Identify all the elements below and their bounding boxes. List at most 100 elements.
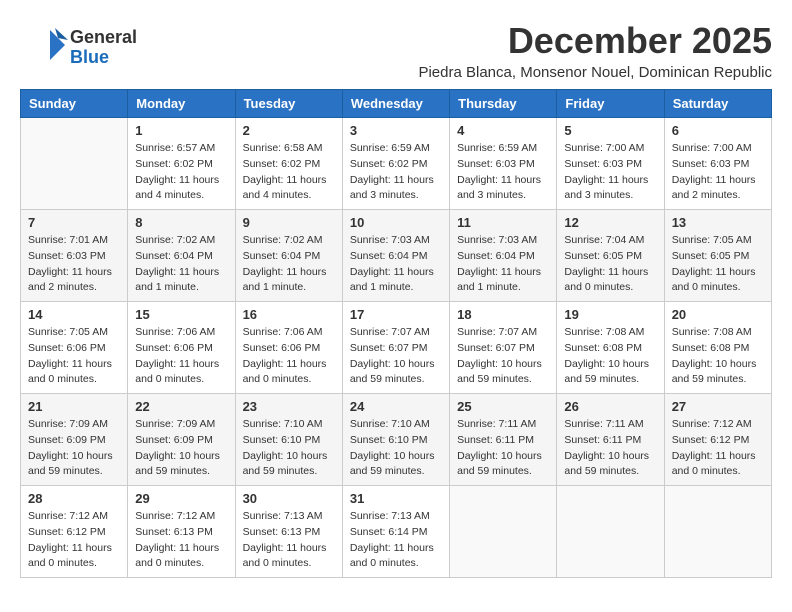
day-number: 8 — [135, 215, 227, 230]
day-info: Sunrise: 7:03 AMSunset: 6:04 PMDaylight:… — [457, 233, 549, 296]
calendar-cell: 14Sunrise: 7:05 AMSunset: 6:06 PMDayligh… — [21, 302, 128, 394]
day-number: 9 — [243, 215, 335, 230]
calendar-cell — [450, 486, 557, 578]
day-info: Sunrise: 6:59 AMSunset: 6:02 PMDaylight:… — [350, 141, 442, 204]
location-subtitle: Piedra Blanca, Monsenor Nouel, Dominican… — [418, 64, 772, 81]
calendar-week-5: 28 Sunrise: 7:12 AMSunset: 6:12 PMDayligh… — [21, 486, 772, 578]
header-thursday: Thursday — [450, 90, 557, 118]
day-number: 19 — [564, 307, 656, 322]
day-number: 18 — [457, 307, 549, 322]
day-number: 26 — [564, 399, 656, 414]
day-info: Sunrise: 7:07 AMSunset: 6:07 PMDaylight:… — [457, 325, 549, 388]
calendar-cell: 26 Sunrise: 7:11 AMSunset: 6:11 PMDayligh… — [557, 394, 664, 486]
day-info: Sunrise: 7:10 AMSunset: 6:10 PMDaylight:… — [243, 417, 335, 480]
day-info: Sunrise: 7:05 AMSunset: 6:05 PMDaylight:… — [672, 233, 764, 296]
day-number: 24 — [350, 399, 442, 414]
day-info: Sunrise: 7:04 AMSunset: 6:05 PMDaylight:… — [564, 233, 656, 296]
calendar-cell: 11 Sunrise: 7:03 AMSunset: 6:04 PMDayligh… — [450, 210, 557, 302]
day-number: 11 — [457, 215, 549, 230]
day-info: Sunrise: 7:10 AMSunset: 6:10 PMDaylight:… — [350, 417, 442, 480]
day-info: Sunrise: 7:12 AMSunset: 6:12 PMDaylight:… — [28, 509, 120, 572]
day-number: 15 — [135, 307, 227, 322]
day-info: Sunrise: 7:11 AMSunset: 6:11 PMDaylight:… — [564, 417, 656, 480]
calendar-cell: 23Sunrise: 7:10 AMSunset: 6:10 PMDayligh… — [235, 394, 342, 486]
calendar-cell: 25 Sunrise: 7:11 AMSunset: 6:11 PMDayligh… — [450, 394, 557, 486]
day-info: Sunrise: 7:06 AMSunset: 6:06 PMDaylight:… — [135, 325, 227, 388]
day-number: 10 — [350, 215, 442, 230]
calendar-cell: 4Sunrise: 6:59 AMSunset: 6:03 PMDaylight… — [450, 118, 557, 210]
day-number: 5 — [564, 123, 656, 138]
header-tuesday: Tuesday — [235, 90, 342, 118]
logo-blue-text: Blue — [70, 48, 137, 68]
day-number: 31 — [350, 491, 442, 506]
day-number: 16 — [243, 307, 335, 322]
title-block: December 2025 Piedra Blanca, Monsenor No… — [418, 20, 772, 81]
day-number: 17 — [350, 307, 442, 322]
day-number: 7 — [28, 215, 120, 230]
header-wednesday: Wednesday — [342, 90, 449, 118]
calendar-cell: 24 Sunrise: 7:10 AMSunset: 6:10 PMDayligh… — [342, 394, 449, 486]
day-info: Sunrise: 7:00 AMSunset: 6:03 PMDaylight:… — [564, 141, 656, 204]
calendar-cell: 10 Sunrise: 7:03 AMSunset: 6:04 PMDayligh… — [342, 210, 449, 302]
day-number: 20 — [672, 307, 764, 322]
day-info: Sunrise: 7:09 AMSunset: 6:09 PMDaylight:… — [28, 417, 120, 480]
day-number: 6 — [672, 123, 764, 138]
calendar-cell: 28 Sunrise: 7:12 AMSunset: 6:12 PMDayligh… — [21, 486, 128, 578]
calendar-cell: 1Sunrise: 6:57 AMSunset: 6:02 PMDaylight… — [128, 118, 235, 210]
day-number: 3 — [350, 123, 442, 138]
day-info: Sunrise: 7:02 AMSunset: 6:04 PMDaylight:… — [135, 233, 227, 296]
day-number: 29 — [135, 491, 227, 506]
day-number: 4 — [457, 123, 549, 138]
day-number: 22 — [135, 399, 227, 414]
calendar-cell: 9 Sunrise: 7:02 AMSunset: 6:04 PMDaylight… — [235, 210, 342, 302]
page-header: General Blue December 2025 Piedra Blanca… — [20, 20, 772, 81]
calendar-cell: 22Sunrise: 7:09 AMSunset: 6:09 PMDayligh… — [128, 394, 235, 486]
day-number: 12 — [564, 215, 656, 230]
day-info: Sunrise: 7:03 AMSunset: 6:04 PMDaylight:… — [350, 233, 442, 296]
day-number: 2 — [243, 123, 335, 138]
calendar-week-4: 21Sunrise: 7:09 AMSunset: 6:09 PMDayligh… — [21, 394, 772, 486]
header-sunday: Sunday — [21, 90, 128, 118]
calendar-cell — [21, 118, 128, 210]
month-title: December 2025 — [418, 20, 772, 62]
calendar-cell — [664, 486, 771, 578]
calendar-cell: 27 Sunrise: 7:12 AMSunset: 6:12 PMDayligh… — [664, 394, 771, 486]
day-info: Sunrise: 7:08 AMSunset: 6:08 PMDaylight:… — [564, 325, 656, 388]
day-info: Sunrise: 6:58 AMSunset: 6:02 PMDaylight:… — [243, 141, 335, 204]
calendar-cell: 12 Sunrise: 7:04 AMSunset: 6:05 PMDayligh… — [557, 210, 664, 302]
logo-icon — [20, 20, 70, 70]
day-info: Sunrise: 7:06 AMSunset: 6:06 PMDaylight:… — [243, 325, 335, 388]
calendar-cell: 31 Sunrise: 7:13 AMSunset: 6:14 PMDayligh… — [342, 486, 449, 578]
day-number: 13 — [672, 215, 764, 230]
calendar-cell: 7 Sunrise: 7:01 AMSunset: 6:03 PMDaylight… — [21, 210, 128, 302]
day-info: Sunrise: 7:02 AMSunset: 6:04 PMDaylight:… — [243, 233, 335, 296]
day-info: Sunrise: 7:13 AMSunset: 6:13 PMDaylight:… — [243, 509, 335, 572]
header-monday: Monday — [128, 90, 235, 118]
calendar-cell: 16 Sunrise: 7:06 AMSunset: 6:06 PMDayligh… — [235, 302, 342, 394]
day-info: Sunrise: 7:00 AMSunset: 6:03 PMDaylight:… — [672, 141, 764, 204]
calendar-table: SundayMondayTuesdayWednesdayThursdayFrid… — [20, 89, 772, 578]
calendar-cell: 2 Sunrise: 6:58 AMSunset: 6:02 PMDaylight… — [235, 118, 342, 210]
day-info: Sunrise: 7:11 AMSunset: 6:11 PMDaylight:… — [457, 417, 549, 480]
day-number: 14 — [28, 307, 120, 322]
calendar-cell: 29Sunrise: 7:12 AMSunset: 6:13 PMDayligh… — [128, 486, 235, 578]
day-number: 27 — [672, 399, 764, 414]
day-number: 30 — [243, 491, 335, 506]
day-number: 25 — [457, 399, 549, 414]
calendar-cell: 15 Sunrise: 7:06 AMSunset: 6:06 PMDayligh… — [128, 302, 235, 394]
day-number: 28 — [28, 491, 120, 506]
calendar-week-2: 7 Sunrise: 7:01 AMSunset: 6:03 PMDaylight… — [21, 210, 772, 302]
calendar-cell: 17Sunrise: 7:07 AMSunset: 6:07 PMDayligh… — [342, 302, 449, 394]
day-info: Sunrise: 7:01 AMSunset: 6:03 PMDaylight:… — [28, 233, 120, 296]
calendar-cell: 5 Sunrise: 7:00 AMSunset: 6:03 PMDaylight… — [557, 118, 664, 210]
day-info: Sunrise: 7:13 AMSunset: 6:14 PMDaylight:… — [350, 509, 442, 572]
logo-general-text: General — [70, 28, 137, 48]
day-info: Sunrise: 7:08 AMSunset: 6:08 PMDaylight:… — [672, 325, 764, 388]
day-info: Sunrise: 7:12 AMSunset: 6:12 PMDaylight:… — [672, 417, 764, 480]
calendar-cell: 20 Sunrise: 7:08 AMSunset: 6:08 PMDayligh… — [664, 302, 771, 394]
calendar-cell — [557, 486, 664, 578]
calendar-week-1: 1Sunrise: 6:57 AMSunset: 6:02 PMDaylight… — [21, 118, 772, 210]
calendar-cell: 8 Sunrise: 7:02 AMSunset: 6:04 PMDaylight… — [128, 210, 235, 302]
day-info: Sunrise: 6:57 AMSunset: 6:02 PMDaylight:… — [135, 141, 227, 204]
calendar-cell: 18 Sunrise: 7:07 AMSunset: 6:07 PMDayligh… — [450, 302, 557, 394]
